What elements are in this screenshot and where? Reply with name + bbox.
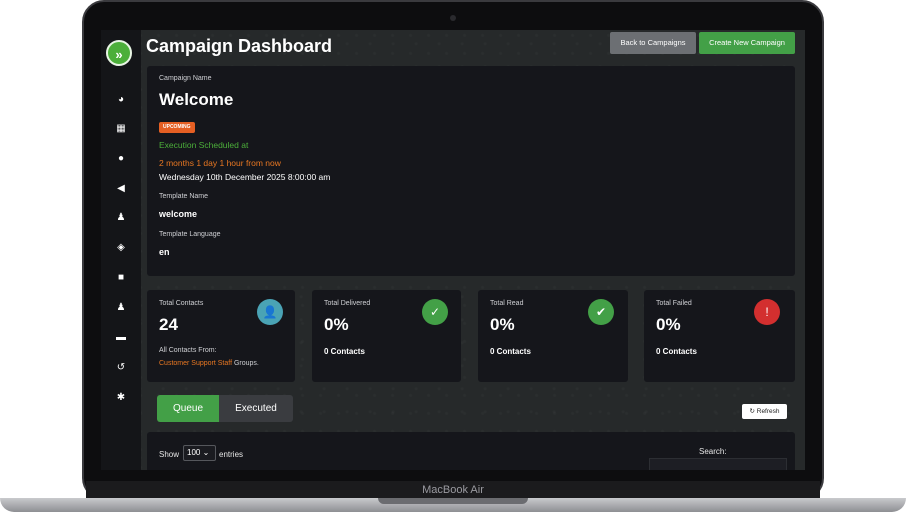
template-language-label: Template Language	[159, 231, 221, 238]
refresh-icon: ↻	[749, 408, 755, 415]
alert-icon: !	[754, 299, 780, 325]
total-read-card: Total Read 0% ✔ 0 Contacts	[478, 290, 628, 382]
total-failed-card: Total Failed 0% ! 0 Contacts	[644, 290, 795, 382]
total-delivered-sub: 0 Contacts	[324, 347, 365, 356]
total-read-sub: 0 Contacts	[490, 347, 531, 356]
robot-icon[interactable]: ■	[115, 272, 127, 284]
group-link[interactable]: Customer Support Staff	[159, 360, 232, 367]
total-contacts-value: 24	[159, 315, 178, 334]
total-contacts-card: Total Contacts 24 👤 All Contacts From: C…	[147, 290, 295, 382]
refresh-button[interactable]: ↻ Refresh	[742, 404, 787, 419]
screen: » ◕ ▦ ● ◀ ♟ ◈ ■ ♟ ▬ ↺ ✱ Campaign Dashboa…	[101, 30, 805, 470]
page-title: Campaign Dashboard	[146, 36, 333, 56]
back-to-campaigns-button[interactable]: Back to Campaigns	[610, 32, 696, 54]
user-icon: 👤	[257, 299, 283, 325]
template-name: welcome	[159, 209, 198, 219]
contacts-from-label: All Contacts From:	[159, 347, 217, 354]
settings-icon[interactable]: ✱	[115, 392, 127, 404]
contacts-from-groups: Customer Support Staff Groups.	[159, 360, 259, 367]
camera-dot	[450, 15, 456, 21]
execution-relative: 2 months 1 day 1 hour from now	[159, 158, 281, 168]
double-check-icon: ✔	[588, 299, 614, 325]
megaphone-icon[interactable]: ◀	[115, 183, 127, 195]
search-input[interactable]	[649, 458, 787, 470]
group-icon[interactable]: ♟	[115, 302, 127, 314]
tab-executed[interactable]: Executed	[219, 395, 293, 422]
entries-select[interactable]: 100 ⌄	[183, 445, 216, 461]
template-language: en	[159, 247, 170, 257]
template-name-label: Template Name	[159, 193, 209, 200]
groups-suffix: Groups.	[232, 360, 259, 367]
total-failed-sub: 0 Contacts	[656, 347, 697, 356]
campaign-name: Welcome	[159, 90, 234, 109]
execution-date: Wednesday 10th December 2025 8:00:00 am	[159, 172, 331, 182]
queue-table-card: Show 100 ⌄ entries Search:	[147, 432, 795, 470]
total-contacts-label: Total Contacts	[159, 300, 204, 307]
app-logo[interactable]: »	[106, 40, 132, 66]
sidebar: » ◕ ▦ ● ◀ ♟ ◈ ■ ♟ ▬ ↺ ✱	[101, 30, 141, 470]
chat-icon[interactable]: ●	[115, 153, 127, 165]
entries-value: 100	[187, 448, 201, 457]
total-failed-label: Total Failed	[656, 300, 692, 307]
total-failed-value: 0%	[656, 315, 681, 334]
total-read-label: Total Read	[490, 300, 524, 307]
chevron-down-icon: ⌄	[202, 448, 210, 457]
total-delivered-card: Total Delivered 0% ✓ 0 Contacts	[312, 290, 461, 382]
check-icon: ✓	[422, 299, 448, 325]
total-read-value: 0%	[490, 315, 515, 334]
id-card-icon[interactable]: ▬	[115, 332, 127, 344]
execution-label: Execution Scheduled at	[159, 140, 249, 150]
campaign-info-card: Campaign Name Welcome UPCOMING Execution…	[147, 66, 795, 276]
search-label: Search:	[699, 447, 727, 456]
history-icon[interactable]: ↺	[115, 362, 127, 374]
create-campaign-button[interactable]: Create New Campaign	[699, 32, 795, 54]
laptop-notch	[378, 498, 528, 504]
total-delivered-label: Total Delivered	[324, 300, 371, 307]
refresh-label: Refresh	[756, 408, 780, 415]
campaign-name-label: Campaign Name	[159, 75, 212, 82]
grid-icon[interactable]: ▦	[115, 123, 127, 135]
device-label: MacBook Air	[422, 484, 484, 496]
tab-queue[interactable]: Queue	[157, 395, 219, 422]
total-delivered-value: 0%	[324, 315, 349, 334]
entries-label: entries	[219, 450, 244, 459]
show-label: Show	[159, 450, 180, 459]
status-badge: UPCOMING	[159, 122, 195, 133]
layers-icon[interactable]: ◈	[115, 242, 127, 254]
laptop-base: MacBook Air	[0, 481, 906, 520]
dashboard-icon[interactable]: ◕	[115, 94, 127, 106]
users-icon[interactable]: ♟	[115, 212, 127, 224]
